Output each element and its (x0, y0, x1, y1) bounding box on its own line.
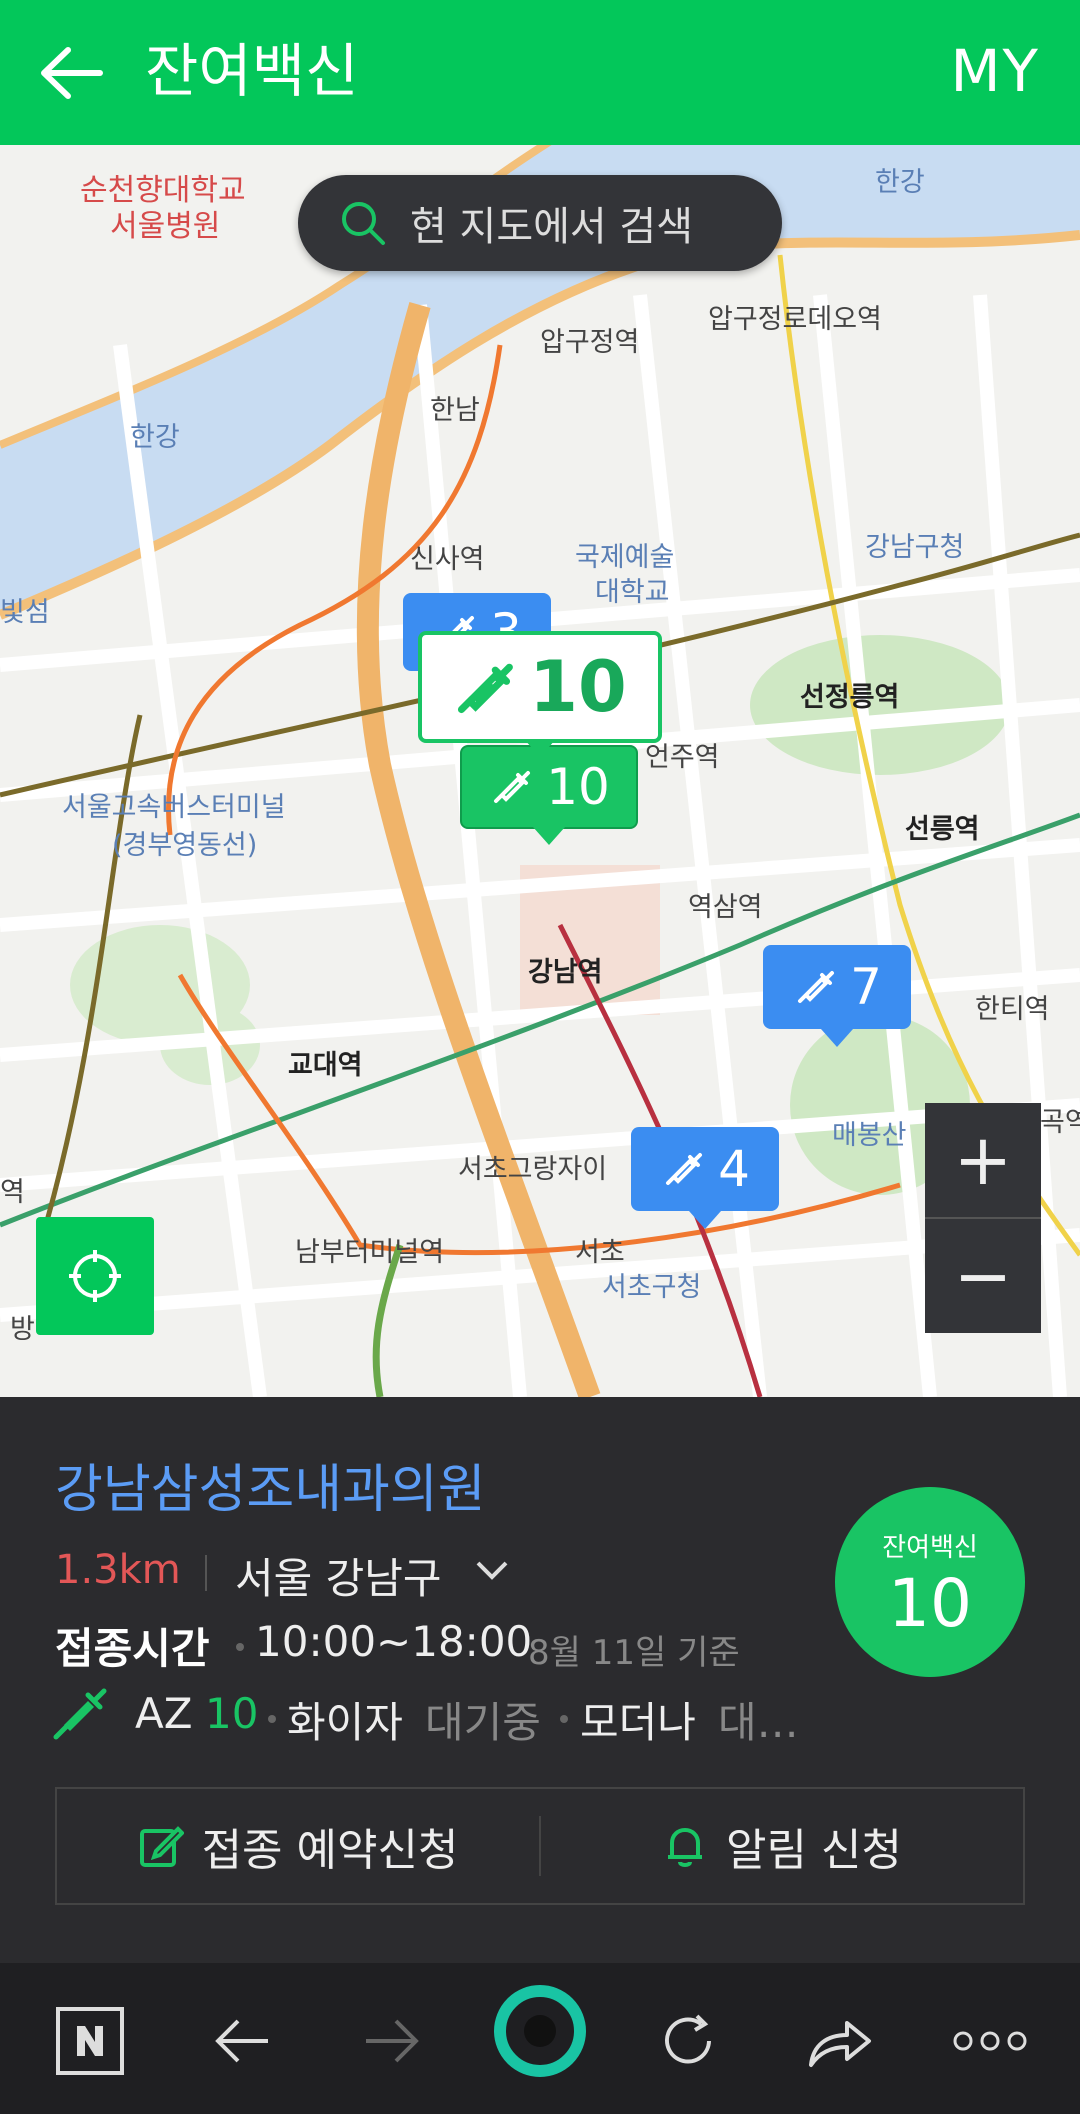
naver-home-button[interactable] (42, 1993, 138, 2089)
map-label: 한티역 (975, 994, 1050, 1025)
bell-icon (668, 1828, 703, 1867)
map-label: 서초구청 (602, 1272, 702, 1303)
map-label: 신사역 (410, 544, 485, 575)
zoom-out-button[interactable]: − (925, 1219, 1041, 1333)
map-label: 역 (0, 1177, 25, 1208)
separator-dot (560, 1715, 568, 1723)
more-button[interactable] (942, 1993, 1038, 2089)
map-label: 서울고속버스터미널 (62, 792, 286, 823)
map-label: 서초 (575, 1237, 625, 1268)
vaccine-marker[interactable]: 4 (631, 1127, 779, 1229)
map-label: 압구정로데오역 (708, 304, 882, 335)
map-label: 서초그랑자이 (458, 1154, 608, 1185)
action-bar: 접종 예약신청 알림 신청 (55, 1787, 1025, 1905)
alert-label: 알림 신청 (726, 1825, 902, 1876)
vaccine-az-count: 10 (205, 1689, 259, 1738)
map-label: 한남 (430, 395, 480, 426)
map-label: 곡역 (1040, 1107, 1080, 1138)
vaccine-moderna-status: 대… (718, 1698, 799, 1747)
map-label: 빛섬 (0, 597, 50, 628)
reserve-button[interactable]: 접종 예약신청 (57, 1814, 539, 1878)
clinic-distance: 1.3km (55, 1547, 181, 1593)
my-location-button[interactable] (36, 1217, 154, 1335)
map-label: 방 (10, 1314, 35, 1345)
map-label: 선정릉역 (800, 682, 900, 713)
map-label: 압구정역 (540, 327, 640, 358)
refresh-icon (665, 2014, 711, 2064)
map-label: 역삼역 (688, 892, 763, 923)
syringe-icon (53, 1688, 107, 1740)
forward-button[interactable] (344, 1993, 440, 2089)
arrow-left-icon (215, 2019, 268, 2063)
map-label: 한강 (875, 167, 925, 198)
zoom-in-button[interactable]: + (925, 1103, 1041, 1217)
separator-dot (236, 1643, 244, 1651)
vaccine-marker[interactable]: 10 (460, 745, 638, 845)
map-view[interactable]: 순천향대학교 서울병원 한강 한강 압구정역 압구정로데오역 한남 신사역 국제… (0, 145, 1080, 1397)
divider (205, 1555, 207, 1591)
vaccine-pfizer-label: 화이자 (287, 1698, 403, 1747)
syringe-icon (798, 971, 835, 1003)
map-label: 교대역 (288, 1050, 363, 1081)
remaining-vaccine-badge: 잔여백신 10 (835, 1487, 1025, 1677)
my-button[interactable]: MY (951, 28, 1040, 114)
map-label: 선릉역 (905, 814, 980, 845)
marker-count: 7 (850, 958, 882, 1016)
syringe-icon (666, 1153, 703, 1185)
map-label: 남부터미널역 (295, 1237, 445, 1268)
vaccine-az-label: AZ (135, 1689, 193, 1738)
badge-count: 10 (888, 1565, 972, 1642)
crosshair-icon (69, 1250, 121, 1302)
search-icon (342, 202, 385, 245)
map-label: 대학교 (595, 577, 670, 608)
refresh-button[interactable] (640, 1993, 736, 2089)
edit-icon (139, 1826, 184, 1867)
chevron-down-icon[interactable] (474, 1555, 510, 1585)
more-dots-icon (953, 2031, 1027, 2051)
map-label: 강남역 (528, 957, 603, 988)
naver-n-icon (56, 2007, 124, 2075)
hours-value: 10:00~18:00 (255, 1617, 533, 1666)
badge-label: 잔여백신 (882, 1533, 978, 1563)
reserve-label: 접종 예약신청 (201, 1825, 459, 1876)
syringe-icon (494, 771, 531, 803)
vaccine-marker-selected[interactable]: 10 (418, 631, 662, 757)
clinic-name[interactable]: 강남삼성조내과의원 (55, 1447, 486, 1522)
vaccine-pfizer-status: 대기중 (425, 1698, 541, 1747)
vaccine-marker[interactable]: 7 (763, 945, 911, 1047)
search-current-map-button[interactable]: 현 지도에서 검색 (298, 175, 782, 271)
map-label: 서울병원 (110, 209, 221, 244)
map-label: (경부영동선) (112, 830, 258, 861)
map-label: 매봉산 (832, 1120, 907, 1151)
zoom-control: + − (925, 1103, 1041, 1333)
page-title: 잔여백신 (145, 37, 359, 105)
map-label: 한강 (130, 422, 180, 453)
clinic-info-panel: 강남삼성조내과의원 1.3km 서울 강남구 접종시간 10:00~18:00 … (0, 1397, 1080, 1963)
clinic-region[interactable]: 서울 강남구 (235, 1545, 442, 1606)
marker-count: 10 (529, 646, 627, 728)
hours-label: 접종시간 (55, 1624, 210, 1673)
app-header: 잔여백신 MY (0, 0, 1080, 145)
arrow-right-icon (366, 2019, 419, 2063)
green-dot-button[interactable] (492, 1983, 588, 2079)
share-button[interactable] (792, 1993, 888, 2089)
marker-count: 10 (546, 758, 610, 816)
as-of-date: 8월 11일 기준 (528, 1633, 740, 1673)
marker-count: 4 (718, 1140, 750, 1198)
back-button[interactable] (194, 1993, 290, 2089)
green-dot-icon (494, 1985, 586, 2077)
search-label: 현 지도에서 검색 (410, 204, 694, 250)
arrow-left-icon[interactable] (36, 38, 106, 108)
share-icon (809, 2021, 871, 2067)
separator-dot (268, 1715, 276, 1723)
map-label: 강남구청 (865, 532, 965, 563)
alert-button[interactable]: 알림 신청 (541, 1814, 1023, 1878)
browser-toolbar (0, 1963, 1080, 2114)
vaccine-moderna-label: 모더나 (580, 1698, 696, 1747)
syringe-icon (458, 663, 514, 714)
map-label: 국제예술 (575, 542, 675, 573)
